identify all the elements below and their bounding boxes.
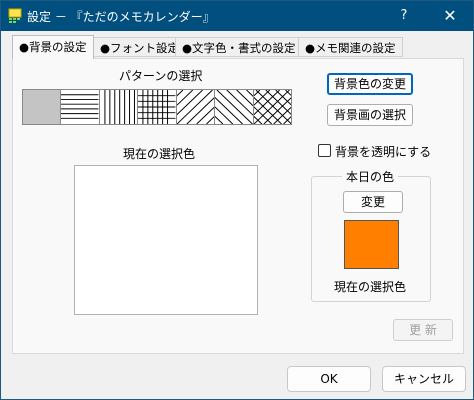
close-button[interactable]: ✕ — [427, 1, 473, 31]
tab-background[interactable]: ●背景の設定 — [12, 35, 94, 59]
pattern-title: パターンの選択 — [119, 69, 203, 83]
transparent-label: 背景を透明にする — [335, 145, 432, 159]
today-color-title: 本日の色 — [342, 168, 399, 185]
pattern-cross[interactable] — [138, 90, 177, 124]
update-button[interactable]: 更 新 — [393, 319, 453, 341]
cancel-button[interactable]: キャンセル — [382, 366, 466, 392]
today-color-swatch — [344, 220, 399, 269]
pattern-horizontal[interactable] — [61, 90, 100, 124]
pattern-diagonal-forward[interactable] — [176, 90, 216, 124]
preview-title: 現在の選択色 — [123, 147, 196, 161]
pattern-selector — [22, 89, 292, 125]
window-title: 設定 － 『ただのメモカレンダー』 — [27, 10, 215, 24]
transparent-checkbox[interactable] — [318, 144, 331, 157]
today-current-label: 現在の選択色 — [334, 280, 407, 294]
pattern-solid[interactable] — [23, 90, 62, 124]
tab-memo[interactable]: ●メモ関連の設定 — [298, 37, 403, 57]
current-color-preview — [74, 165, 258, 315]
title-bar: 設定 － 『ただのメモカレンダー』 ? ✕ — [1, 1, 473, 31]
tab-font[interactable]: ●フォント設定 — [93, 37, 187, 57]
app-icon — [8, 8, 22, 23]
change-bg-color-button[interactable]: 背景色の変更 — [327, 73, 413, 95]
tab-text-color-format[interactable]: ●文字色・書式の設定 — [175, 37, 303, 57]
ok-button[interactable]: OK — [287, 366, 371, 392]
today-color-change-button[interactable]: 変更 — [343, 191, 403, 213]
pattern-diagonal-cross[interactable] — [253, 90, 291, 124]
select-bg-image-button[interactable]: 背景画の選択 — [327, 104, 413, 126]
settings-dialog: 設定 － 『ただのメモカレンダー』 ? ✕ ●背景の設定 ●フォント設定 ●文字… — [0, 0, 474, 400]
pattern-diagonal-backward[interactable] — [215, 90, 254, 124]
help-button[interactable]: ? — [381, 1, 427, 31]
pattern-vertical[interactable] — [100, 90, 139, 124]
